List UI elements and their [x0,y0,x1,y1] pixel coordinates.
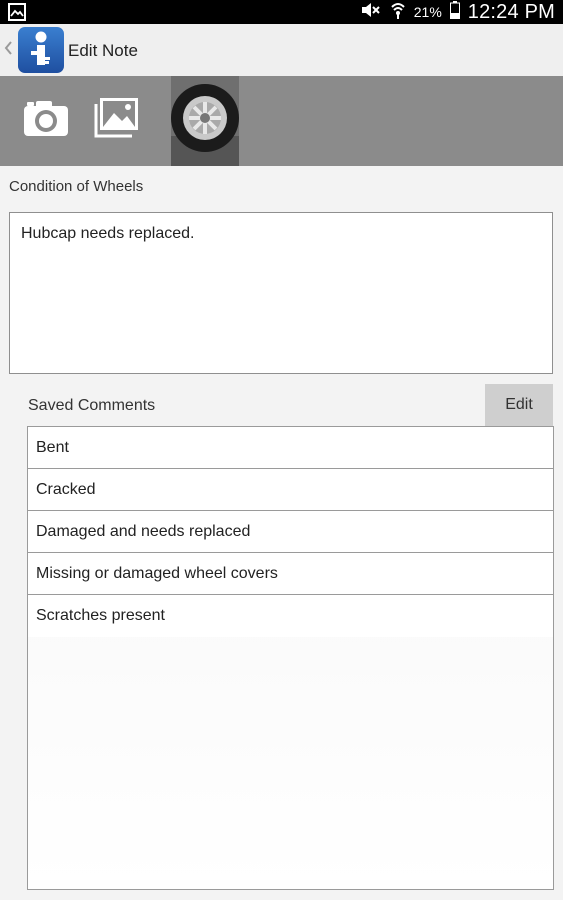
mute-icon [360,2,382,23]
wheel-photo-thumbnail[interactable] [171,76,239,166]
battery-icon [449,0,460,24]
status-time: 12:24 PM [467,0,555,23]
note-text-field[interactable]: Hubcap needs replaced. [9,212,553,374]
note-label: Condition of Wheels [9,178,144,195]
saved-comments-label: Saved Comments [28,397,156,414]
gallery-icon[interactable] [92,96,140,140]
camera-icon[interactable] [22,98,70,140]
list-item[interactable]: Damaged and needs replaced [28,511,553,553]
list-item[interactable]: Bent [28,427,553,469]
list-item[interactable]: Scratches present [28,595,553,637]
saved-comments-list[interactable]: Bent Cracked Damaged and needs replaced … [27,426,554,890]
media-toolbar [0,76,563,166]
battery-percentage: 21% [413,4,442,20]
app-logo-icon[interactable] [18,27,64,73]
list-item[interactable]: Missing or damaged wheel covers [28,553,553,595]
app-bar: Edit Note [0,24,563,77]
status-bar: 21% 12:24 PM [0,0,563,24]
edit-button[interactable]: Edit [485,384,553,426]
page-title: Edit Note [68,41,138,60]
list-item[interactable]: Cracked [28,469,553,511]
wifi-icon [390,1,406,24]
note-text-value[interactable]: Hubcap needs replaced. [21,225,194,243]
back-chevron-icon[interactable] [3,37,13,59]
gallery-notification-icon [8,3,26,21]
